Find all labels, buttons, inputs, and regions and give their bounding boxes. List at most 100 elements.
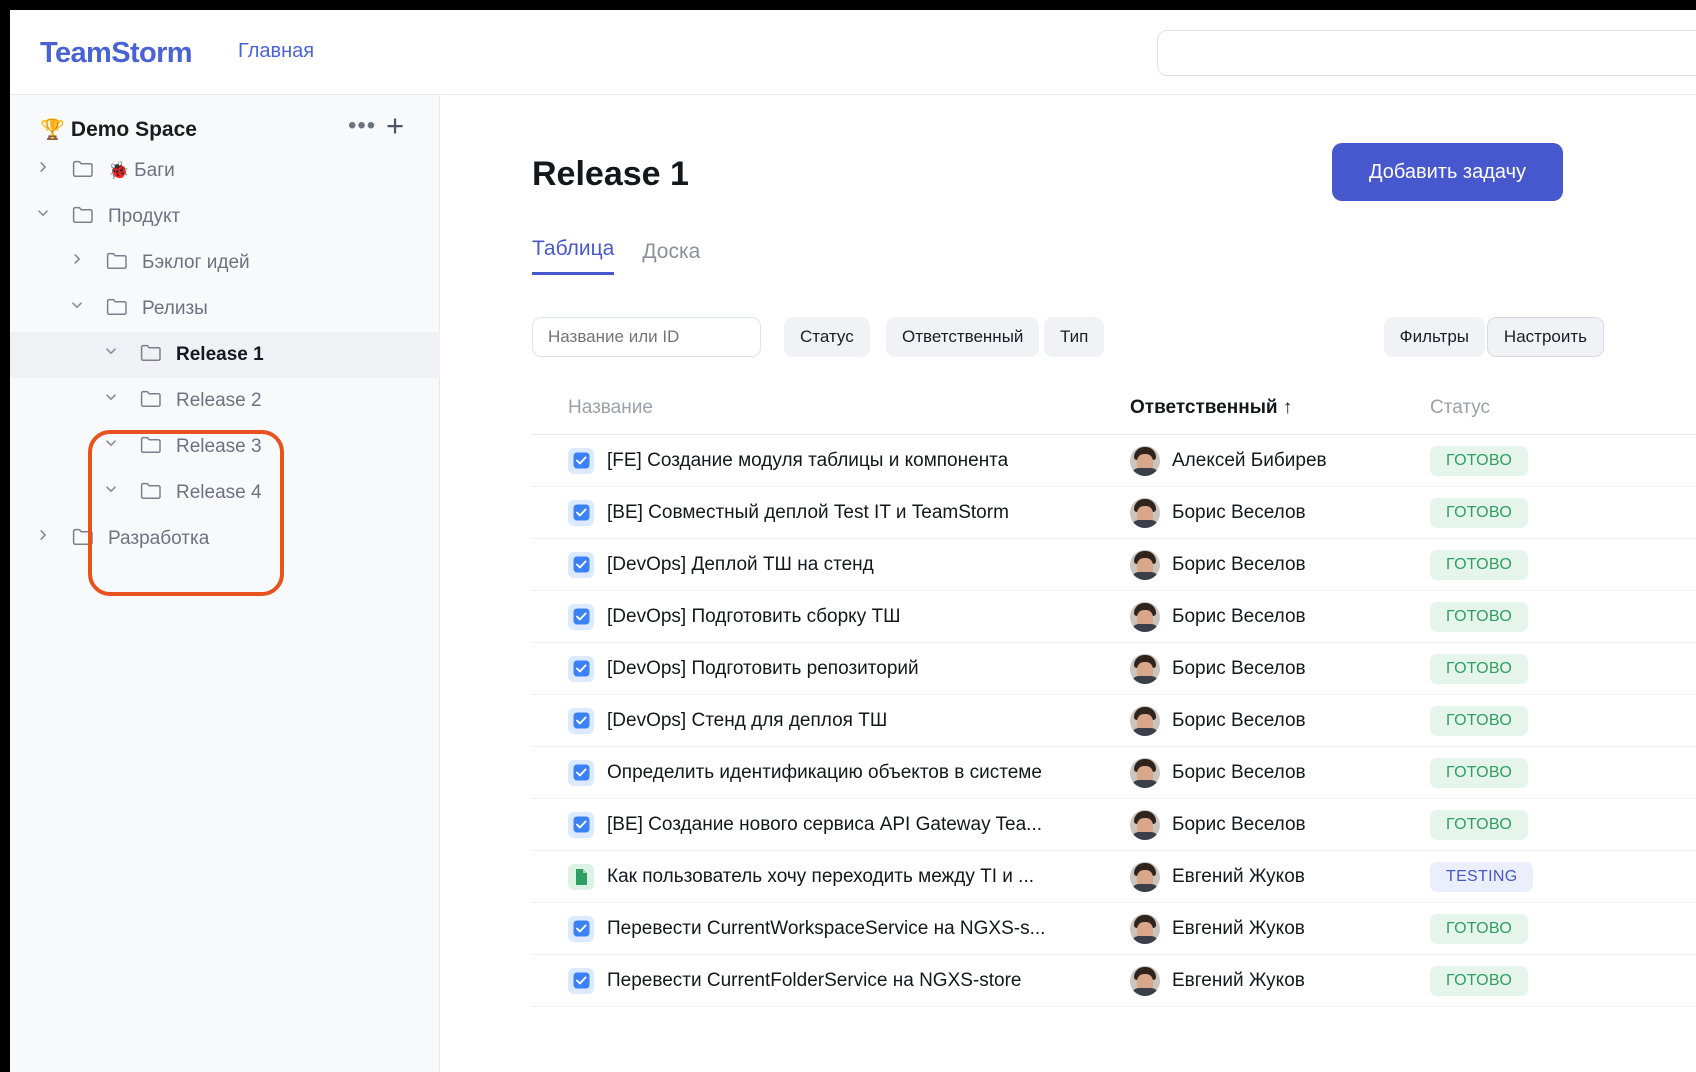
status-badge[interactable]: ГОТОВО <box>1430 913 1529 944</box>
table-row[interactable]: [DevOps] Подготовить репозиторий Борис Ве… <box>532 643 1696 695</box>
task-checkbox-icon[interactable] <box>568 447 594 474</box>
sidebar-tree-item-label: Разработка <box>108 528 210 549</box>
folder-icon <box>72 205 98 229</box>
add-task-button[interactable]: Добавить задачу <box>1332 143 1563 201</box>
task-checkbox-icon[interactable] <box>568 655 594 682</box>
status-badge[interactable]: ГОТОВО <box>1430 965 1529 996</box>
table-row[interactable]: Перевести CurrentFolderService на NGXS-s… <box>532 955 1696 1007</box>
assignee-name: Алексей Бибирев <box>1172 449 1327 471</box>
chevron-right-icon[interactable] <box>36 160 58 182</box>
status-badge[interactable]: ГОТОВО <box>1430 497 1529 528</box>
cell-task-name: [DevOps] Деплой ТШ на стенд <box>532 551 1130 578</box>
filter-chip-status[interactable]: Статус <box>784 317 870 357</box>
cell-assignee: Евгений Жуков <box>1130 861 1430 892</box>
status-badge[interactable]: ГОТОВО <box>1430 601 1529 632</box>
task-title[interactable]: [DevOps] Подготовить сборку ТШ <box>607 606 901 628</box>
chevron-down-icon[interactable] <box>104 390 126 412</box>
task-checkbox-icon[interactable] <box>568 603 594 630</box>
space-name-label: Demo Space <box>70 118 197 141</box>
table-row[interactable]: [DevOps] Деплой ТШ на стенд Борис Веселов… <box>532 539 1696 591</box>
task-title[interactable]: [DevOps] Стенд для деплоя ТШ <box>607 710 887 732</box>
table-row[interactable]: Определить идентификацию объектов в сист… <box>532 747 1696 799</box>
task-title[interactable]: [BE] Совместный деплой Test IT и TeamSto… <box>607 502 1009 524</box>
chevron-right-icon[interactable] <box>70 252 92 274</box>
filter-chip-assignee[interactable]: Ответственный <box>886 317 1040 357</box>
chevron-right-icon[interactable] <box>36 528 58 550</box>
status-badge[interactable]: TESTING <box>1430 861 1534 892</box>
task-checkbox-icon[interactable] <box>568 707 594 734</box>
task-title[interactable]: Перевести CurrentFolderService на NGXS-s… <box>607 970 1022 992</box>
cell-task-name: [DevOps] Подготовить сборку ТШ <box>532 603 1130 630</box>
sidebar-tree-item-release-2[interactable]: Release 2 <box>10 378 440 424</box>
chevron-down-icon[interactable] <box>70 298 92 320</box>
trophy-icon: 🏆 <box>40 119 65 141</box>
task-checkbox-icon[interactable] <box>568 967 594 994</box>
task-checkbox-icon[interactable] <box>568 811 594 838</box>
status-badge[interactable]: ГОТОВО <box>1430 549 1529 580</box>
column-header-name[interactable]: Название <box>532 397 1130 419</box>
column-header-assignee[interactable]: Ответственный ↑ <box>1130 397 1430 419</box>
sidebar-tree-item-release-4[interactable]: Release 4 <box>10 470 440 516</box>
table-row[interactable]: [BE] Создание нового сервиса API Gateway… <box>532 799 1696 851</box>
task-checkbox-icon[interactable] <box>568 759 594 786</box>
cell-status: ГОТОВО <box>1430 705 1650 736</box>
status-badge[interactable]: ГОТОВО <box>1430 809 1529 840</box>
table-row[interactable]: [DevOps] Стенд для деплоя ТШ Борис Весело… <box>532 695 1696 747</box>
task-checkbox-icon[interactable] <box>568 551 594 578</box>
global-search-input[interactable] <box>1157 30 1696 76</box>
chevron-down-icon[interactable] <box>36 206 58 228</box>
table-row[interactable]: Перевести CurrentWorkspaceService на NGX… <box>532 903 1696 955</box>
sidebar-tree-item-label: Release 3 <box>176 436 262 457</box>
story-document-icon[interactable] <box>568 863 594 890</box>
sidebar-tree-item-баги[interactable]: 🐞 Баги <box>10 148 440 194</box>
task-title[interactable]: [FE] Создание модуля таблицы и компонент… <box>607 450 1008 472</box>
sidebar-tree-item-релизы[interactable]: Релизы <box>10 286 440 332</box>
avatar <box>1130 445 1160 476</box>
name-or-id-search-input[interactable] <box>532 317 761 357</box>
task-checkbox-icon[interactable] <box>568 915 594 942</box>
task-title[interactable]: Как пользователь хочу переходить между T… <box>607 866 1034 888</box>
assignee-name: Борис Веселов <box>1172 813 1306 835</box>
sidebar-tree-item-release-3[interactable]: Release 3 <box>10 424 440 470</box>
more-options-icon[interactable]: ••• <box>348 114 376 138</box>
sidebar-tree-item-продукт[interactable]: Продукт <box>10 194 440 240</box>
cell-assignee: Борис Веселов <box>1130 757 1430 788</box>
add-icon[interactable]: + <box>386 109 404 143</box>
status-badge[interactable]: ГОТОВО <box>1430 757 1529 788</box>
app-logo[interactable]: TeamStorm <box>40 37 193 70</box>
sidebar-tree-item-разработка[interactable]: Разработка <box>10 516 440 562</box>
table-row[interactable]: [DevOps] Подготовить сборку ТШ Борис Весе… <box>532 591 1696 643</box>
task-title[interactable]: [DevOps] Деплой ТШ на стенд <box>607 554 874 576</box>
tab-table[interactable]: Таблица <box>532 237 615 275</box>
nav-link-home[interactable]: Главная <box>238 40 314 63</box>
table-row[interactable]: Как пользователь хочу переходить между T… <box>532 851 1696 903</box>
status-badge[interactable]: ГОТОВО <box>1430 653 1529 684</box>
filter-chip-type[interactable]: Тип <box>1044 317 1105 357</box>
chevron-down-icon[interactable] <box>104 482 126 504</box>
task-title[interactable]: Перевести CurrentWorkspaceService на NGX… <box>607 918 1045 940</box>
table-row[interactable]: [BE] Совместный деплой Test IT и TeamSto… <box>532 487 1696 539</box>
status-badge[interactable]: ГОТОВО <box>1430 445 1529 476</box>
column-header-status[interactable]: Статус <box>1430 397 1650 419</box>
cell-status: ГОТОВО <box>1430 809 1650 840</box>
task-checkbox-icon[interactable] <box>568 499 594 526</box>
sidebar-tree-item-release-1[interactable]: Release 1 <box>10 332 440 378</box>
task-title[interactable]: [BE] Создание нового сервиса API Gateway… <box>607 814 1042 836</box>
table-row[interactable]: [FE] Создание модуля таблицы и компонент… <box>532 435 1696 487</box>
cell-task-name: Перевести CurrentFolderService на NGXS-s… <box>532 967 1130 994</box>
avatar <box>1130 549 1160 580</box>
assignee-name: Евгений Жуков <box>1172 917 1305 939</box>
chevron-down-icon[interactable] <box>104 344 126 366</box>
sidebar-tree-item-label: Release 2 <box>176 390 262 411</box>
configure-button[interactable]: Настроить <box>1486 317 1604 357</box>
cell-status: ГОТОВО <box>1430 757 1650 788</box>
tab-board[interactable]: Доска <box>642 240 700 275</box>
sidebar-tree-item-бэклог-идей[interactable]: Бэклог идей <box>10 240 440 286</box>
chevron-down-icon[interactable] <box>104 436 126 458</box>
filters-button[interactable]: Фильтры <box>1383 317 1485 357</box>
task-title[interactable]: Определить идентификацию объектов в сист… <box>607 762 1042 784</box>
task-title[interactable]: [DevOps] Подготовить репозиторий <box>607 658 919 680</box>
status-badge[interactable]: ГОТОВО <box>1430 705 1529 736</box>
sidebar-tree-item-label: 🐞 Баги <box>108 160 175 181</box>
space-title[interactable]: 🏆 Demo Space <box>40 117 197 142</box>
